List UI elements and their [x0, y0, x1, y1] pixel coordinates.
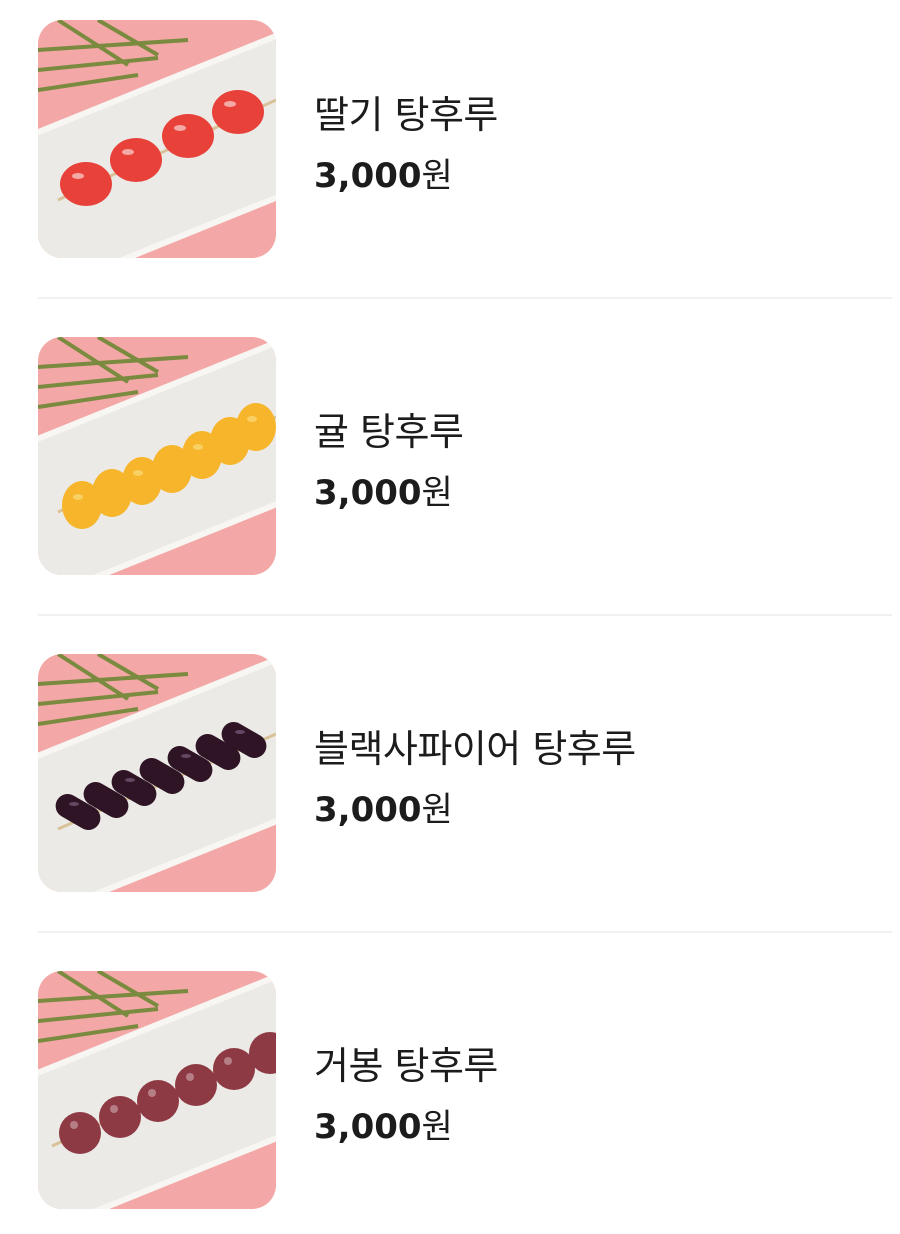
mandarin-tanghulu-image: [38, 337, 276, 575]
item-price: 3,000원: [314, 782, 453, 831]
price-amount: 3,000: [314, 156, 422, 196]
menu-list: 딸기 탕후루 3,000원 귤 탕후루 3,000원 블랙사파이어 탕후루 3,…: [0, 0, 900, 1234]
kyoho-grape-tanghulu-image: [38, 971, 276, 1209]
black-sapphire-tanghulu-illustration: [38, 654, 276, 892]
item-price: 3,000원: [314, 148, 453, 197]
price-amount: 3,000: [314, 1107, 422, 1147]
menu-item-kyoho-grape[interactable]: 거봉 탕후루 3,000원: [38, 971, 892, 1211]
price-currency: 원: [421, 1107, 453, 1147]
item-name: 블랙사파이어 탕후루: [314, 727, 636, 771]
mandarin-tanghulu-illustration: [38, 337, 276, 575]
divider: [38, 297, 892, 299]
kyoho-grape-tanghulu-illustration: [38, 971, 276, 1209]
price-currency: 원: [421, 156, 453, 196]
black-sapphire-tanghulu-image: [38, 654, 276, 892]
item-name: 딸기 탕후루: [314, 93, 498, 137]
item-price: 3,000원: [314, 465, 453, 514]
strawberry-tanghulu-image: [38, 20, 276, 258]
menu-item-black-sapphire[interactable]: 블랙사파이어 탕후루 3,000원: [38, 654, 892, 894]
price-amount: 3,000: [314, 473, 422, 513]
menu-item-mandarin[interactable]: 귤 탕후루 3,000원: [38, 337, 892, 577]
item-name: 귤 탕후루: [314, 410, 464, 454]
price-amount: 3,000: [314, 790, 422, 830]
divider: [38, 614, 892, 616]
price-currency: 원: [421, 473, 453, 513]
menu-item-strawberry[interactable]: 딸기 탕후루 3,000원: [38, 20, 892, 260]
price-currency: 원: [421, 790, 453, 830]
strawberry-tanghulu-illustration: [38, 20, 276, 258]
item-price: 3,000원: [314, 1099, 453, 1148]
item-name: 거봉 탕후루: [314, 1044, 498, 1088]
divider: [38, 931, 892, 933]
